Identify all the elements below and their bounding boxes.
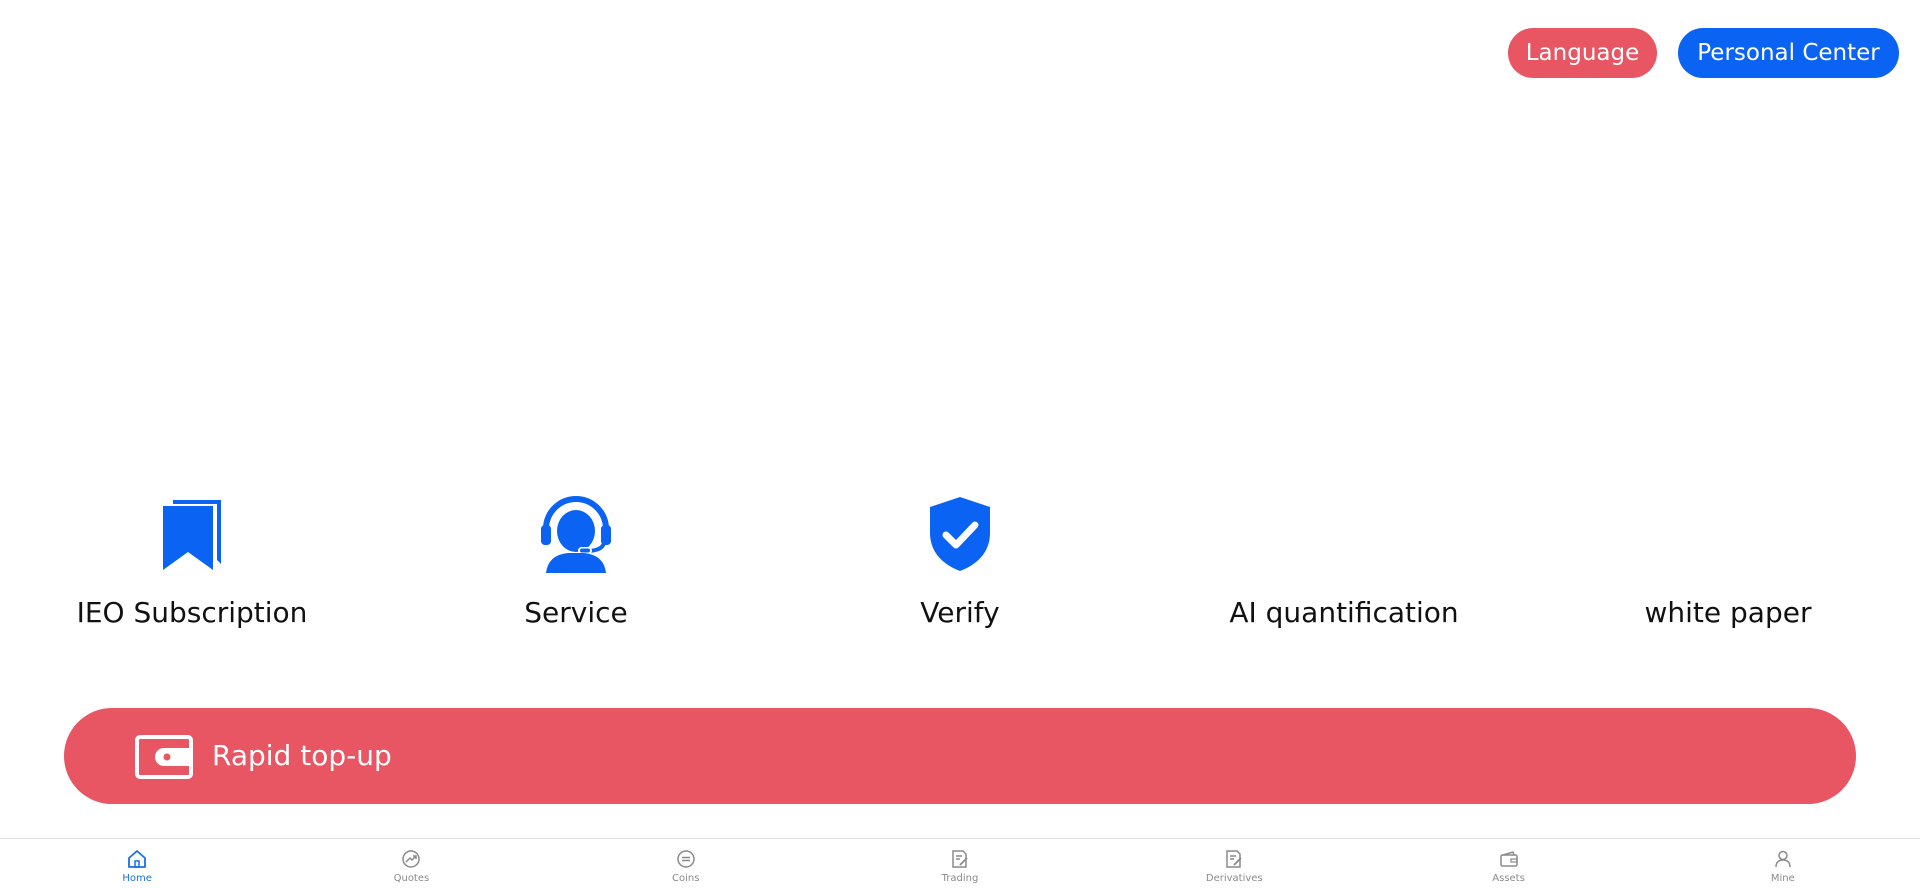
tab-assets[interactable]: Assets [1371,839,1645,888]
trading-icon [949,848,971,870]
feature-white-paper[interactable]: white paper [1536,488,1920,638]
feature-label: white paper [1644,596,1812,629]
feature-grid: IEO Subscription Service Verify AI quant… [0,488,1920,638]
tab-trading[interactable]: Trading [823,839,1097,888]
feature-label: AI quantification [1229,596,1459,629]
feature-service[interactable]: Service [384,488,768,638]
feature-ieo-subscription[interactable]: IEO Subscription [0,488,384,638]
rapid-topup-label: Rapid top-up [212,739,392,772]
quotes-icon [400,848,422,870]
tab-label: Coins [671,873,700,884]
home-icon [126,848,148,870]
tab-derivatives[interactable]: Derivatives [1097,839,1371,888]
tab-label: Derivatives [1205,873,1263,884]
feature-label: Service [524,596,628,629]
tab-coins[interactable]: Coins [549,839,823,888]
feature-ai-quantification[interactable]: AI quantification [1152,488,1536,638]
headset-icon [536,494,616,574]
tab-home[interactable]: Home [0,839,274,888]
feature-label: Verify [920,596,1000,629]
language-button[interactable]: Language [1508,28,1657,78]
wallet-icon [134,734,194,780]
white-paper-icon [1688,494,1768,574]
tab-label: Assets [1492,873,1525,884]
tab-label: Trading [941,873,979,884]
rapid-topup-button[interactable]: Rapid top-up [64,708,1856,804]
ai-quantification-icon [1304,494,1384,574]
tab-label: Quotes [393,873,430,884]
tab-label: Home [122,873,152,884]
bookmark-icon [152,494,232,574]
tab-quotes[interactable]: Quotes [274,839,548,888]
personal-center-button[interactable]: Personal Center [1678,28,1899,78]
coins-icon [675,848,697,870]
bottom-tab-bar: Home Quotes Coins Trading Derivatives As… [0,838,1920,888]
derivatives-icon [1223,848,1245,870]
tab-mine[interactable]: Mine [1646,839,1920,888]
user-icon [1772,848,1794,870]
shield-check-icon [920,494,1000,574]
feature-verify[interactable]: Verify [768,488,1152,638]
tab-label: Mine [1770,873,1795,884]
feature-label: IEO Subscription [76,596,308,629]
assets-icon [1498,848,1520,870]
